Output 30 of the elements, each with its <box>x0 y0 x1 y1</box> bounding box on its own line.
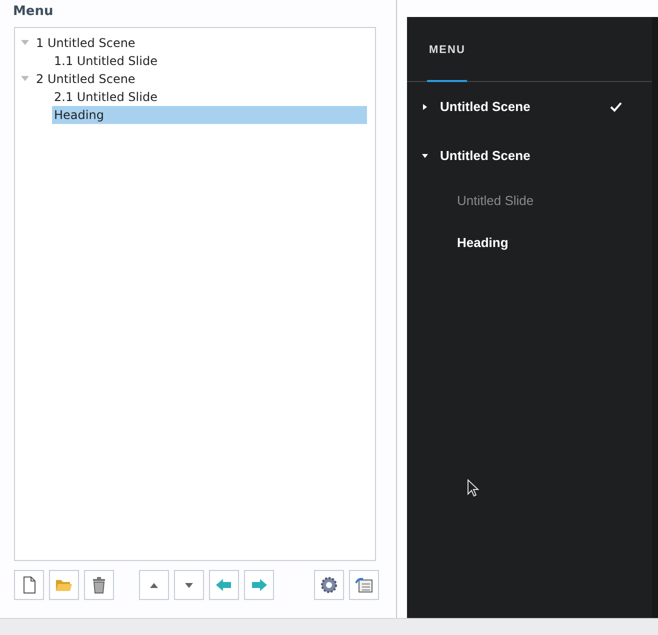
delete-button[interactable] <box>84 570 114 600</box>
gear-icon <box>320 576 338 594</box>
open-button[interactable] <box>49 570 79 600</box>
new-button[interactable] <box>14 570 44 600</box>
panel-title: Menu <box>12 3 54 21</box>
tree-item[interactable]: 1.1 Untitled Slide <box>52 52 160 70</box>
expand-arrow-icon[interactable] <box>422 104 428 110</box>
tree-item[interactable]: Heading <box>52 106 367 124</box>
tree-item[interactable]: 2 Untitled Scene <box>34 70 138 88</box>
menu-item[interactable]: Untitled Scene <box>440 99 530 114</box>
arrow-left-icon <box>215 576 233 594</box>
menu-tab[interactable]: MENU <box>427 18 468 82</box>
down-button[interactable] <box>174 570 204 600</box>
menu-item[interactable]: Untitled Scene <box>440 148 530 163</box>
indent-button[interactable] <box>244 570 274 600</box>
outdent-button[interactable] <box>209 570 239 600</box>
expand-arrow-icon[interactable] <box>422 152 428 158</box>
cursor-icon <box>467 479 479 497</box>
menu-subitem[interactable]: Untitled Slide <box>457 192 534 208</box>
arrow-right-icon <box>250 576 268 594</box>
trash-icon <box>90 576 108 594</box>
menu-subitem[interactable]: Heading <box>457 234 508 250</box>
triangle-down-icon <box>185 582 193 588</box>
triangle-up-icon <box>150 582 158 588</box>
import-button[interactable] <box>349 570 379 600</box>
settings-button[interactable] <box>314 570 344 600</box>
document-arrow-icon <box>355 576 373 594</box>
up-button[interactable] <box>139 570 169 600</box>
tree-item[interactable]: 2.1 Untitled Slide <box>52 88 160 106</box>
tree-item[interactable]: 1 Untitled Scene <box>34 34 138 52</box>
